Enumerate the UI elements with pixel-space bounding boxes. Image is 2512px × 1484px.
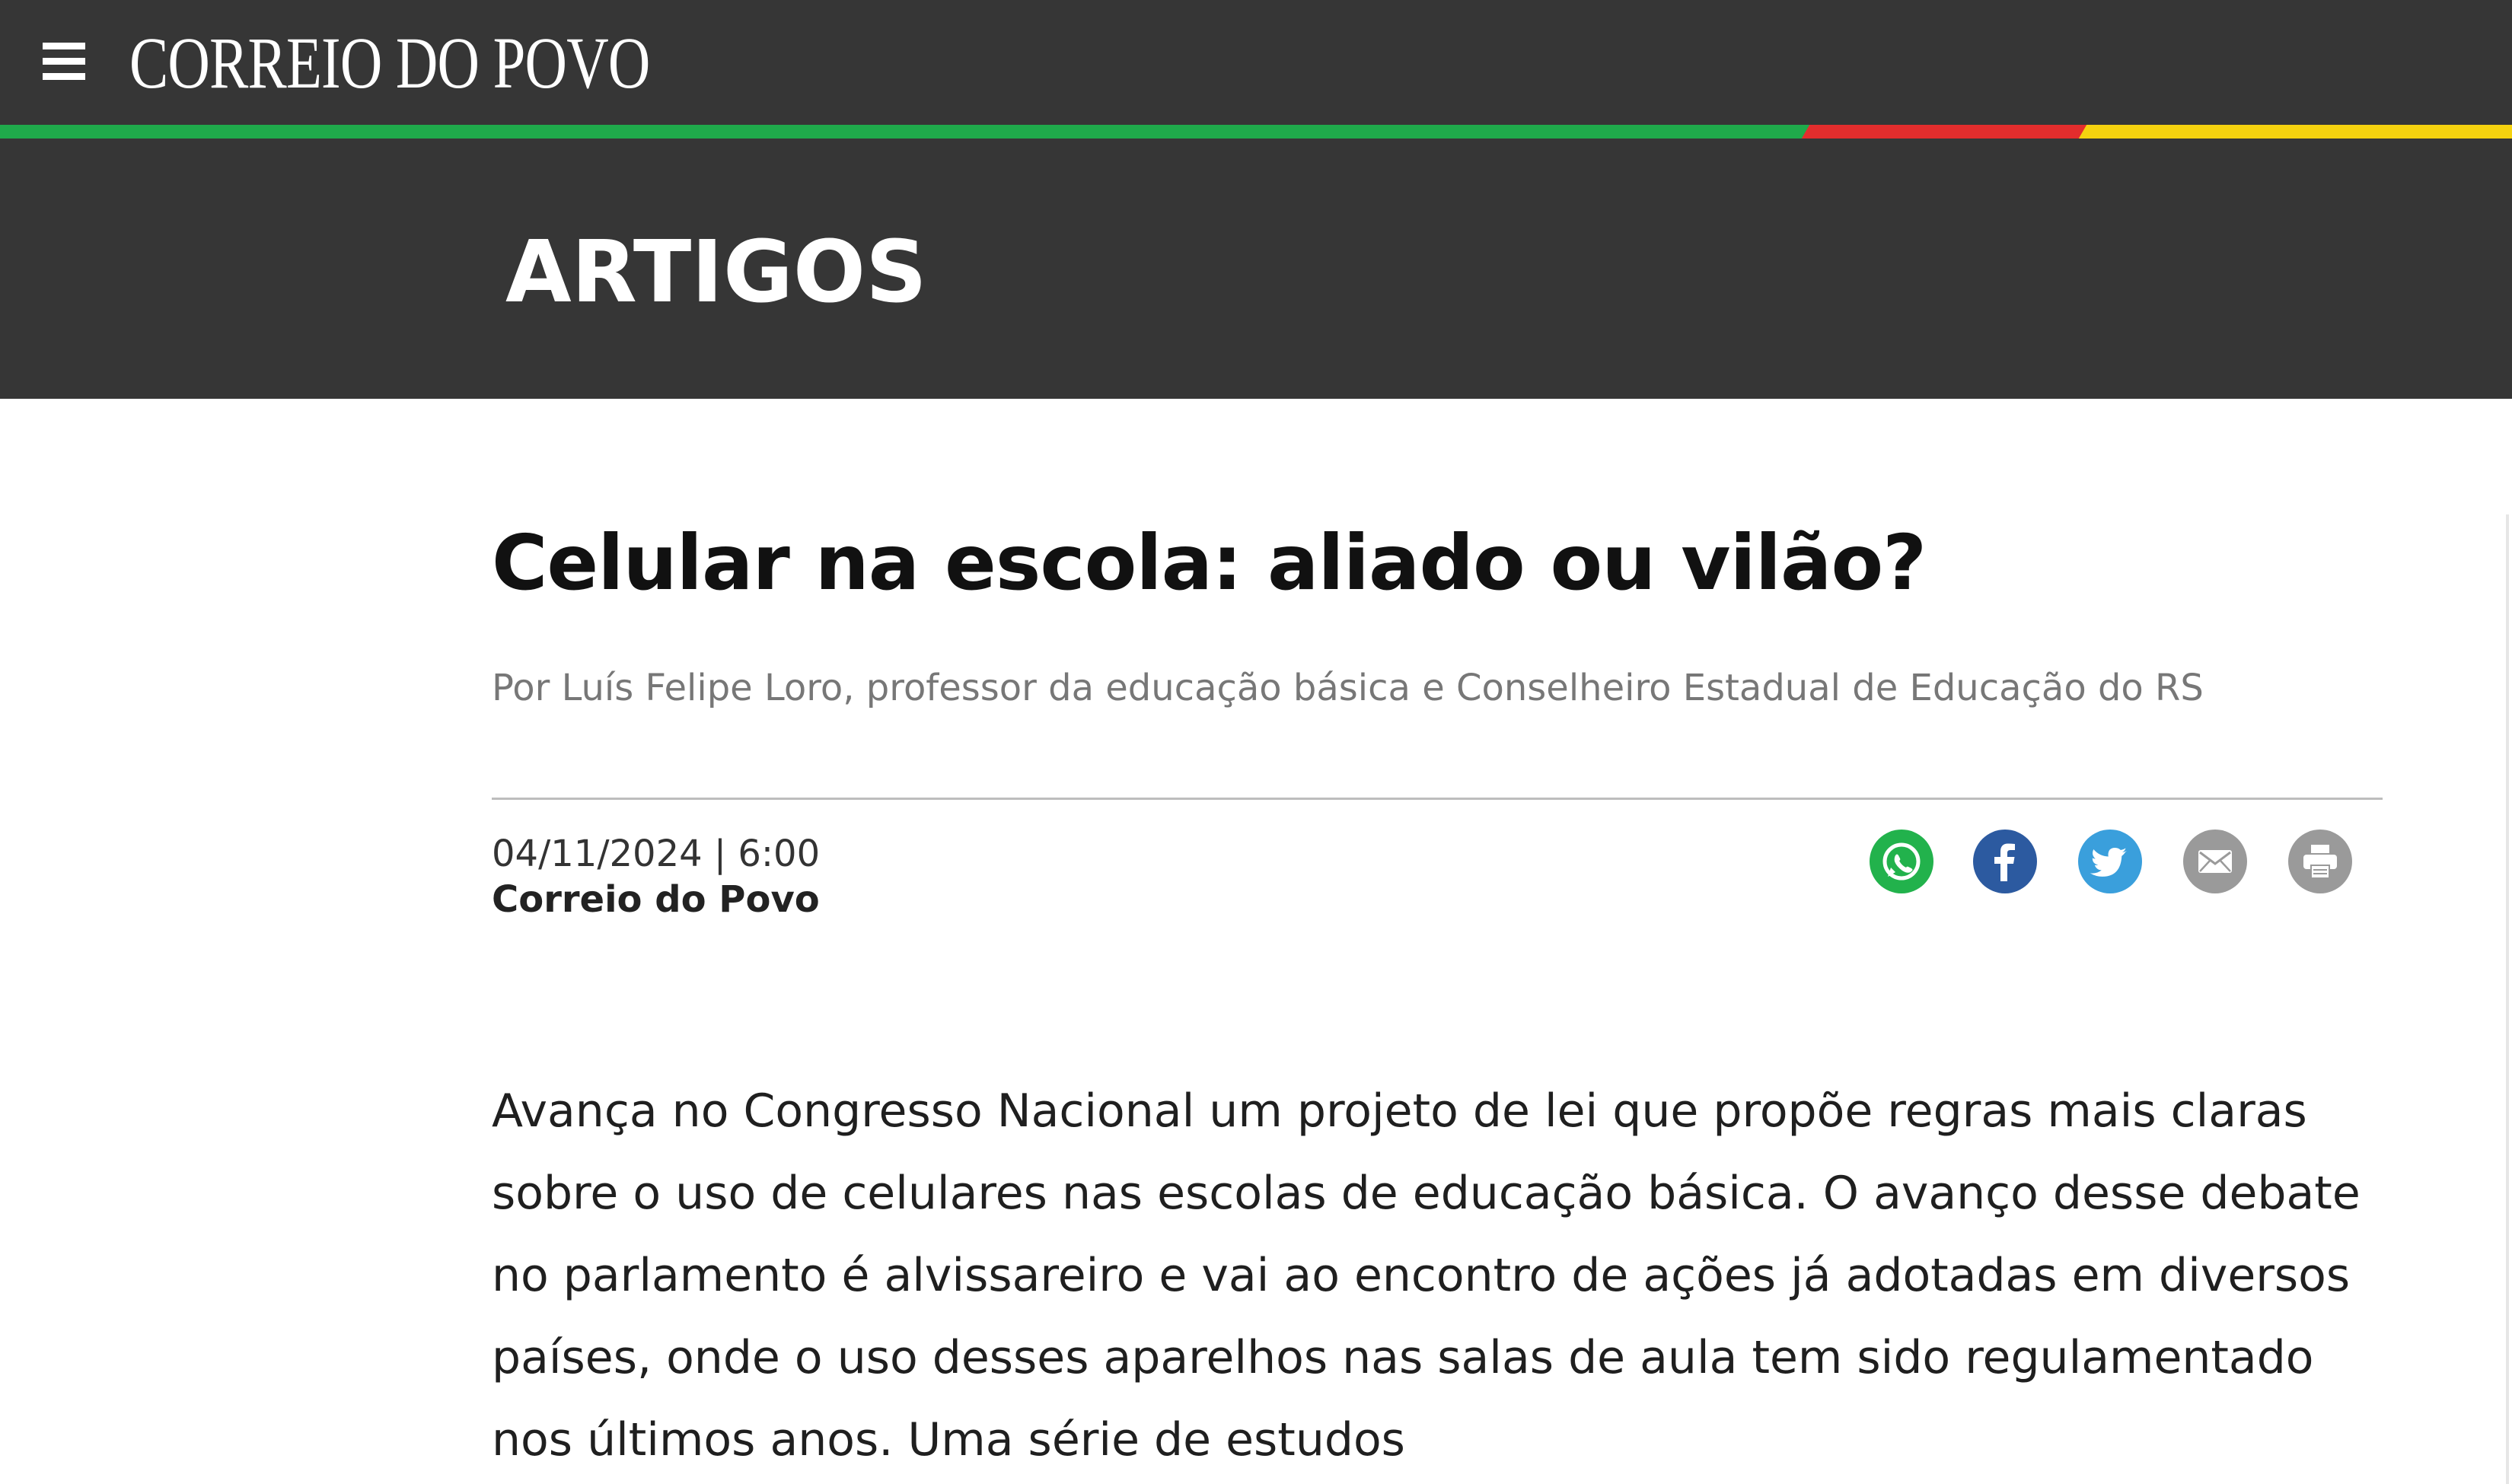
article-headline: Celular na escola: aliado ou vilão? <box>492 518 1927 607</box>
article-paragraph: Avança no Congresso Nacional um projeto … <box>492 1084 2361 1466</box>
email-share-button[interactable] <box>2183 830 2247 893</box>
article-date: 04/11/2024 | 6:00 <box>492 833 821 875</box>
site-logo[interactable]: CORREIO DO POVO <box>129 21 650 105</box>
section-title[interactable]: ARTIGOS <box>505 219 927 326</box>
print-icon <box>2303 845 2337 879</box>
stripe-green <box>0 125 1812 139</box>
print-button[interactable] <box>2288 830 2352 893</box>
stripe-red <box>1801 125 2093 139</box>
twitter-share-button[interactable] <box>2078 830 2142 893</box>
whatsapp-share-button[interactable] <box>1870 830 1933 893</box>
twitter-icon <box>2090 848 2127 877</box>
scrollbar-edge <box>2506 514 2509 1484</box>
section-header: ARTIGOS <box>0 139 2512 399</box>
article-byline: Por Luís Felipe Loro, professor da educa… <box>492 667 2204 709</box>
facebook-icon <box>1994 843 2015 881</box>
share-bar <box>1870 830 2352 893</box>
top-navigation-bar: CORREIO DO POVO <box>0 0 2512 125</box>
menu-line <box>43 58 85 65</box>
email-icon <box>2198 850 2232 873</box>
menu-line <box>43 73 85 80</box>
divider <box>492 798 2383 800</box>
hamburger-menu-icon[interactable] <box>38 35 90 87</box>
article-body: Avança no Congresso Nacional um projeto … <box>492 1070 2383 1481</box>
stripe-yellow <box>2078 125 2512 139</box>
flag-color-stripe <box>0 125 2512 139</box>
whatsapp-icon <box>1882 842 1921 881</box>
menu-line <box>43 43 85 49</box>
facebook-share-button[interactable] <box>1973 830 2037 893</box>
article-source: Correio do Povo <box>492 878 820 921</box>
